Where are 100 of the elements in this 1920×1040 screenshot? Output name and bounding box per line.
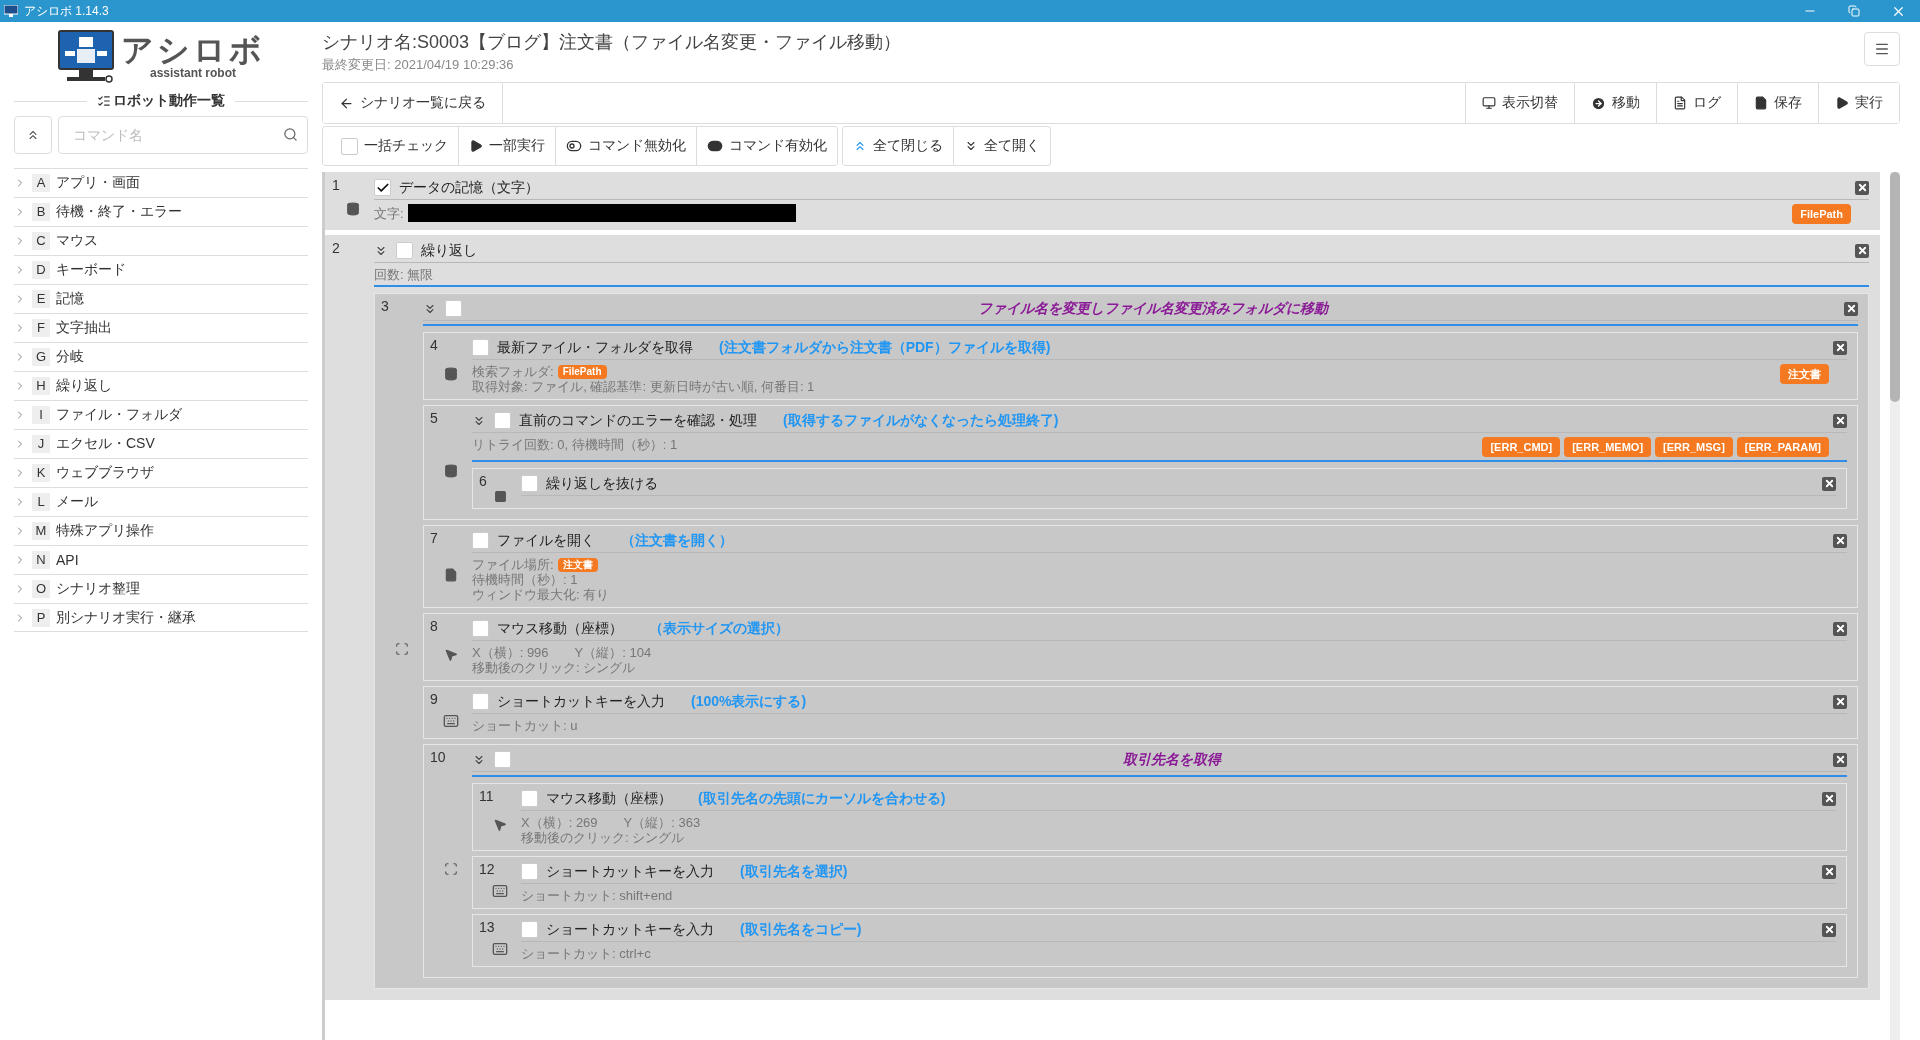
delete-button[interactable] <box>1855 243 1869 258</box>
menu-button[interactable] <box>1864 32 1900 66</box>
toolbar-button[interactable]: コマンド有効化 <box>696 127 837 165</box>
list-icon <box>97 94 111 108</box>
delete-button[interactable] <box>1833 340 1847 355</box>
category-letter: J <box>32 435 50 453</box>
category-letter: K <box>32 464 50 482</box>
step-number: 4 <box>430 336 439 354</box>
category-item[interactable]: B 待機・終了・エラー <box>14 197 308 226</box>
checkbox[interactable] <box>521 790 538 807</box>
toolbar-button[interactable]: 実行 <box>1818 83 1899 123</box>
delete-button[interactable] <box>1822 864 1836 879</box>
category-label: API <box>56 552 79 568</box>
search-field[interactable]: コマンド名 <box>58 116 308 154</box>
command-detail: 移動後のクリック: シングル <box>472 660 636 675</box>
toolbar-button[interactable]: 全て閉じる <box>843 127 953 165</box>
database-icon <box>444 463 458 478</box>
command-title: 繰り返し <box>421 241 477 260</box>
delete-button[interactable] <box>1833 621 1847 636</box>
category-label: 記憶 <box>56 290 84 308</box>
checkbox[interactable] <box>396 242 413 259</box>
command-detail: 移動後のクリック: シングル <box>521 830 685 845</box>
delete-button[interactable] <box>1833 413 1847 428</box>
database-icon <box>444 367 458 381</box>
toolbar-button[interactable]: コマンド無効化 <box>555 127 696 165</box>
delete-button[interactable] <box>1822 476 1836 491</box>
delete-button[interactable] <box>1855 180 1869 195</box>
category-label: ウェブブラウザ <box>56 464 154 482</box>
variable-tag: [ERR_MSG] <box>1655 437 1733 457</box>
scrollbar[interactable] <box>1890 172 1900 1040</box>
category-label: マウス <box>56 232 98 250</box>
command-memo: （表示サイズの選択） <box>649 619 789 638</box>
delete-button[interactable] <box>1844 301 1858 316</box>
last-modified: 最終変更日: 2021/04/19 10:29:36 <box>322 56 515 74</box>
checkbox[interactable] <box>494 751 511 768</box>
menu-icon <box>1874 41 1890 57</box>
category-item[interactable]: L メール <box>14 487 308 516</box>
command-detail: X（横）: 996 Y（縦）: 104 <box>472 645 652 660</box>
category-item[interactable]: C マウス <box>14 226 308 255</box>
delete-button[interactable] <box>1822 791 1836 806</box>
checkbox[interactable] <box>494 412 511 429</box>
step-number: 9 <box>430 690 439 708</box>
category-item[interactable]: E 記憶 <box>14 284 308 313</box>
category-letter: H <box>32 377 50 395</box>
category-letter: I <box>32 406 50 424</box>
variable-tag: 注文書 <box>557 557 598 572</box>
category-item[interactable]: G 分岐 <box>14 342 308 371</box>
category-item[interactable]: M 特殊アプリ操作 <box>14 516 308 545</box>
toolbar-button[interactable]: 一部実行 <box>458 127 555 165</box>
category-item[interactable]: D キーボード <box>14 255 308 284</box>
category-item[interactable]: F 文字抽出 <box>14 313 308 342</box>
command-memo: (取引先名をコピー) <box>740 920 862 939</box>
checkbox[interactable] <box>341 137 358 155</box>
delete-button[interactable] <box>1822 922 1836 937</box>
checkbox[interactable] <box>374 179 391 196</box>
command-memo: (取引先名の先頭にカーソルを合わせる) <box>698 789 946 808</box>
category-label: キーボード <box>56 261 126 279</box>
checkbox[interactable] <box>472 339 489 356</box>
check-all-button[interactable]: 一括チェック <box>323 127 458 165</box>
variable-tag: [ERR_PARAM] <box>1736 437 1829 457</box>
delete-button[interactable] <box>1833 752 1847 767</box>
category-item[interactable]: K ウェブブラウザ <box>14 458 308 487</box>
command-detail: 検索フォルダ: <box>472 364 554 379</box>
checkbox[interactable] <box>472 693 489 710</box>
checkbox[interactable] <box>521 863 538 880</box>
command-detail: 文字: <box>374 205 404 221</box>
checkbox[interactable] <box>445 300 462 317</box>
command-title: データの記憶（文字） <box>399 178 539 197</box>
step-number: 10 <box>430 748 447 766</box>
expand-icon <box>395 642 409 656</box>
toolbar-button[interactable]: 全て開く <box>953 127 1050 165</box>
category-item[interactable]: I ファイル・フォルダ <box>14 400 308 429</box>
command-detail: 待機時間（秒）: 1 <box>472 572 578 587</box>
category-item[interactable]: O シナリオ整理 <box>14 574 308 603</box>
category-item[interactable]: P 別シナリオ実行・継承 <box>14 603 308 632</box>
checkbox[interactable] <box>472 620 489 637</box>
display-icon <box>1482 96 1496 110</box>
checkbox[interactable] <box>521 921 538 938</box>
checkbox[interactable] <box>472 532 489 549</box>
delete-button[interactable] <box>1833 694 1847 709</box>
logo-tagline: assistant robot <box>150 66 236 80</box>
category-letter: E <box>32 290 50 308</box>
step-number: 12 <box>479 860 496 878</box>
keyboard-icon <box>492 940 508 957</box>
category-item[interactable]: H 繰り返し <box>14 371 308 400</box>
category-item[interactable]: A アプリ・画面 <box>14 168 308 197</box>
stop-icon <box>493 490 507 503</box>
back-button[interactable]: シナリオ一覧に戻る <box>323 83 503 123</box>
category-label: エクセル・CSV <box>56 435 155 453</box>
delete-button[interactable] <box>1833 533 1847 548</box>
command-detail: リトライ回数: 0, 待機時間（秒）: 1 <box>472 437 678 452</box>
category-item[interactable]: N API <box>14 545 308 574</box>
toggle-icon <box>707 138 723 154</box>
category-item[interactable]: J エクセル・CSV <box>14 429 308 458</box>
variable-tag: 注文書 <box>1780 364 1829 384</box>
expand-icon <box>444 862 458 876</box>
category-letter: A <box>32 174 50 192</box>
checkbox[interactable] <box>521 475 538 492</box>
category-letter: N <box>32 551 50 569</box>
command-title: ショートカットキーを入力 <box>497 692 665 711</box>
